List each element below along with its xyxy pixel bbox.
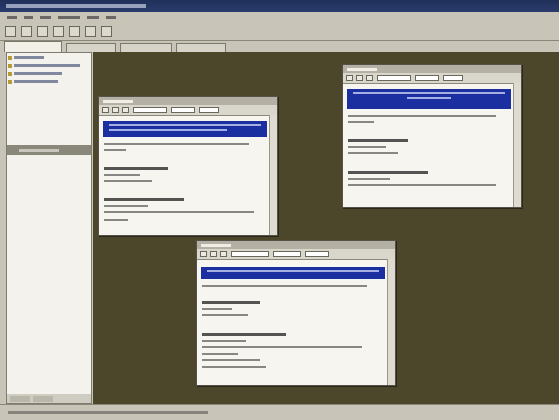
dropdown[interactable] <box>199 107 219 113</box>
cut-icon[interactable] <box>53 25 64 37</box>
stop-icon[interactable] <box>122 107 129 113</box>
selected-line[interactable] <box>347 89 511 109</box>
menu-item[interactable] <box>58 15 80 19</box>
dropdown[interactable] <box>273 251 301 257</box>
tab[interactable] <box>66 43 116 52</box>
folder-icon <box>8 55 12 60</box>
left-pane-tab[interactable] <box>10 395 30 402</box>
stop-icon[interactable] <box>220 251 227 257</box>
left-pane-tabs <box>7 394 91 403</box>
menu-item[interactable] <box>24 15 33 19</box>
left-pane <box>6 52 92 404</box>
tree-item[interactable] <box>8 54 91 61</box>
open-icon[interactable] <box>21 25 32 37</box>
pane-divider[interactable] <box>7 145 91 155</box>
left-pane-tab[interactable] <box>33 395 53 402</box>
alert-icon[interactable] <box>69 25 80 37</box>
selected-line[interactable] <box>201 267 385 279</box>
new-icon[interactable] <box>5 25 16 37</box>
status-text <box>8 411 208 414</box>
dropdown[interactable] <box>415 75 439 81</box>
tree-item[interactable] <box>8 70 91 77</box>
status-bar <box>0 404 559 420</box>
tab-strip <box>0 40 559 52</box>
menu-item[interactable] <box>40 15 51 19</box>
child-window-toolbar <box>343 73 521 84</box>
tab[interactable] <box>120 43 172 52</box>
child-window[interactable] <box>196 240 396 386</box>
help-icon[interactable] <box>101 25 112 37</box>
title-bar <box>0 0 559 12</box>
selected-line[interactable] <box>103 121 267 137</box>
child-window-toolbar <box>197 249 395 260</box>
tree-item[interactable] <box>8 62 91 69</box>
toolbar <box>0 22 559 41</box>
folder-icon <box>8 63 12 68</box>
dropdown[interactable] <box>171 107 195 113</box>
back-icon[interactable] <box>346 75 353 81</box>
dropdown[interactable] <box>231 251 269 257</box>
connect-icon[interactable] <box>85 25 96 37</box>
tab[interactable] <box>176 43 226 52</box>
back-icon[interactable] <box>102 107 109 113</box>
tree-view[interactable] <box>7 53 91 143</box>
folder-icon <box>8 71 12 76</box>
application-window <box>0 0 559 420</box>
save-icon[interactable] <box>37 25 48 37</box>
scrollbar[interactable] <box>269 115 277 235</box>
child-window-titlebar[interactable] <box>99 97 277 105</box>
tree-item[interactable] <box>8 78 91 85</box>
dropdown[interactable] <box>377 75 411 81</box>
child-window[interactable] <box>98 96 278 236</box>
child-window-titlebar[interactable] <box>197 241 395 249</box>
dropdown[interactable] <box>305 251 329 257</box>
scrollbar[interactable] <box>387 259 395 385</box>
child-window-titlebar[interactable] <box>343 65 521 73</box>
menu-bar <box>0 12 559 22</box>
tab[interactable] <box>4 41 62 52</box>
child-window[interactable] <box>342 64 522 208</box>
forward-icon[interactable] <box>356 75 363 81</box>
menu-item[interactable] <box>7 15 17 19</box>
menu-item[interactable] <box>87 15 99 19</box>
pane-divider-label <box>19 148 59 152</box>
folder-icon <box>8 79 12 84</box>
scrollbar[interactable] <box>513 83 521 207</box>
menu-item[interactable] <box>106 15 116 19</box>
window-title <box>6 4 146 8</box>
dropdown[interactable] <box>443 75 463 81</box>
dropdown[interactable] <box>133 107 167 113</box>
forward-icon[interactable] <box>112 107 119 113</box>
back-icon[interactable] <box>200 251 207 257</box>
stop-icon[interactable] <box>366 75 373 81</box>
forward-icon[interactable] <box>210 251 217 257</box>
child-window-toolbar <box>99 105 277 116</box>
